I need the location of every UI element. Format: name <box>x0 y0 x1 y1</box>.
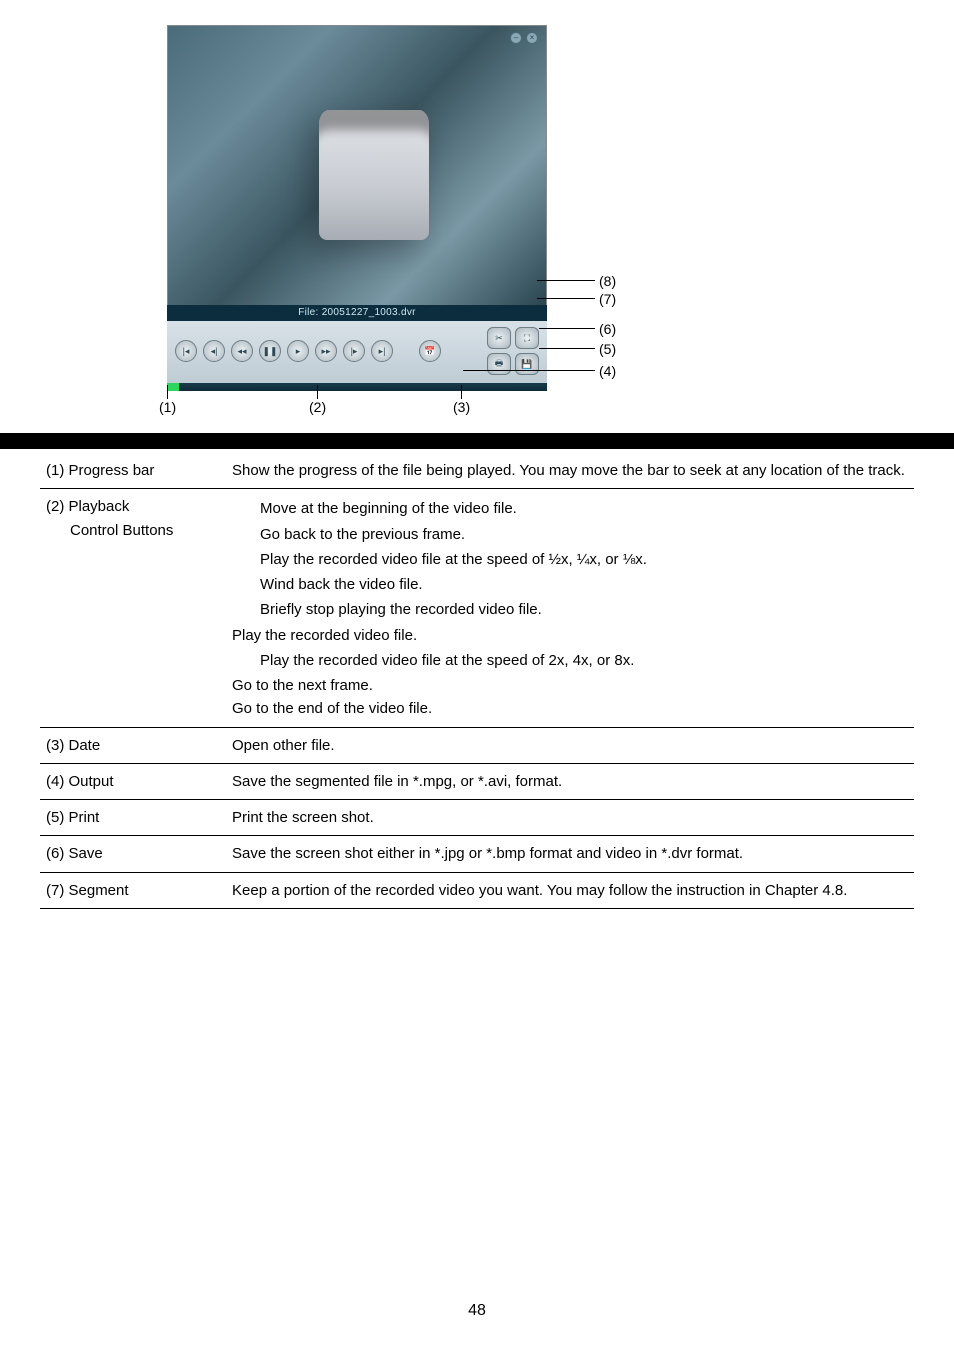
skip-start-icon[interactable]: |◂ <box>175 340 197 362</box>
row-body-segment: Keep a portion of the recorded video you… <box>230 872 914 908</box>
row-body-playback: Move at the beginning of the video file.… <box>230 489 914 727</box>
callout-6: (6) <box>599 321 616 337</box>
print-button[interactable]: 🖶 <box>487 353 511 375</box>
table-header-bar <box>0 433 954 449</box>
callout-8: (8) <box>599 273 616 289</box>
row-body-save: Save the screen shot either in *.jpg or … <box>230 836 914 872</box>
callout-2: (2) <box>309 399 326 415</box>
callout-5: (5) <box>599 341 616 357</box>
next-frame-icon[interactable]: |▸ <box>343 340 365 362</box>
row-body-date: Open other file. <box>230 727 914 763</box>
row-key-segment: (7) Segment <box>40 872 230 908</box>
media-player: – × File: 20051227_1003.dvr |◂ ◂| ◂◂ ❚❚ … <box>167 25 547 391</box>
date-button[interactable]: 📅 <box>419 340 441 362</box>
segment-button[interactable]: ✂ <box>487 327 511 349</box>
save-button[interactable]: 💾 <box>515 353 539 375</box>
skip-end-icon[interactable]: ▸| <box>371 340 393 362</box>
row-key-date: (3) Date <box>40 727 230 763</box>
progress-bar[interactable] <box>167 383 547 391</box>
minimize-icon[interactable]: – <box>510 32 522 44</box>
file-title-bar: File: 20051227_1003.dvr <box>167 305 547 321</box>
prev-frame-icon[interactable]: ◂| <box>203 340 225 362</box>
rewind-icon[interactable]: ◂◂ <box>231 340 253 362</box>
row-body-print: Print the screen shot. <box>230 800 914 836</box>
page-number: 48 <box>0 1302 954 1320</box>
callout-3: (3) <box>453 399 470 415</box>
window-controls: – × <box>510 32 538 44</box>
row-body-progress: Show the progress of the file being play… <box>230 453 914 489</box>
fullscreen-button[interactable]: ⛶ <box>515 327 539 349</box>
callout-1: (1) <box>159 399 176 415</box>
callout-4: (4) <box>599 363 616 379</box>
row-key-print: (5) Print <box>40 800 230 836</box>
row-key-output: (4) Output <box>40 763 230 799</box>
callout-7: (7) <box>599 291 616 307</box>
close-icon[interactable]: × <box>526 32 538 44</box>
row-body-output: Save the segmented file in *.mpg, or *.a… <box>230 763 914 799</box>
row-key-playback: (2) Playback Control Buttons <box>40 489 230 727</box>
forward-icon[interactable]: ▸▸ <box>315 340 337 362</box>
play-icon[interactable]: ▸ <box>287 340 309 362</box>
row-key-progress: (1) Progress bar <box>40 453 230 489</box>
control-bar: |◂ ◂| ◂◂ ❚❚ ▸ ▸▸ |▸ ▸| 📅 ✂ ⛶ 🖶 💾 <box>167 321 547 383</box>
player-figure: – × File: 20051227_1003.dvr |◂ ◂| ◂◂ ❚❚ … <box>167 25 787 417</box>
row-key-save: (6) Save <box>40 836 230 872</box>
pause-icon[interactable]: ❚❚ <box>259 340 281 362</box>
video-area: – × <box>167 25 547 305</box>
description-table: (1) Progress bar Show the progress of th… <box>40 453 914 909</box>
